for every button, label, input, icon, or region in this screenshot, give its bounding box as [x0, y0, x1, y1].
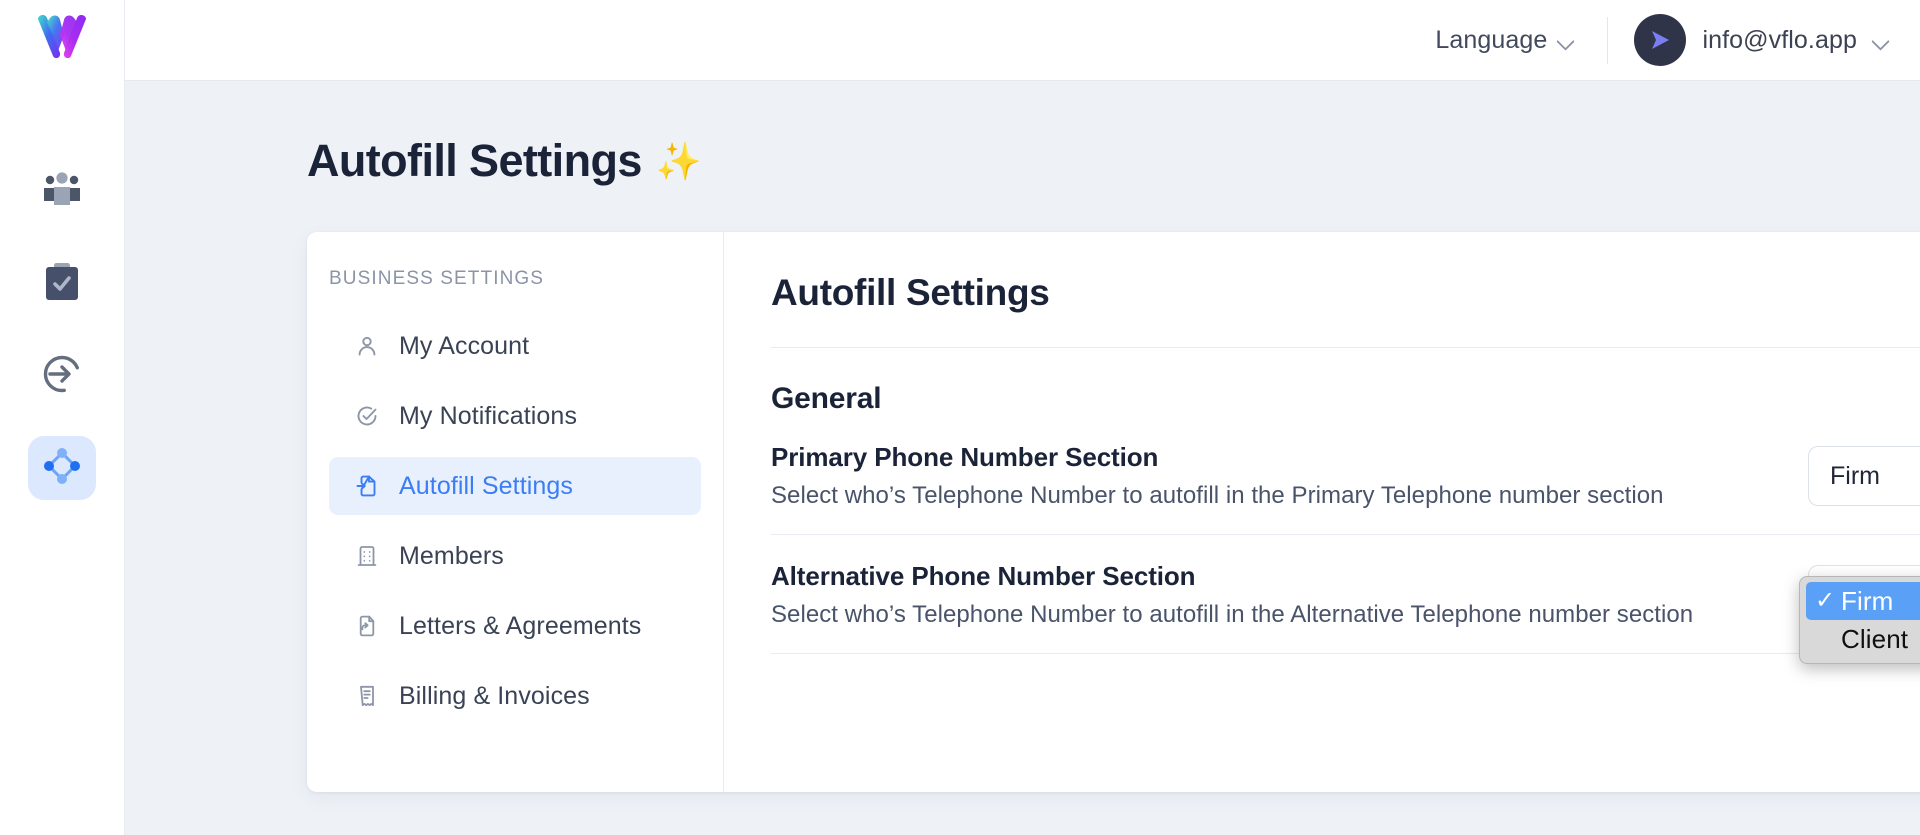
page-title: Autofill Settings ✨	[307, 135, 1920, 187]
primary-phone-select[interactable]: Firm	[1808, 446, 1920, 506]
user-icon	[354, 333, 380, 359]
sign-in-arrow-circle-icon	[42, 354, 82, 399]
receipt-icon	[354, 683, 380, 709]
dropdown-option-label: Firm	[1841, 585, 1894, 616]
settings-nav-group-label: BUSINESS SETTINGS	[329, 268, 545, 289]
top-header: Language info@vflo.app	[125, 0, 1920, 81]
sidebar-item-my-account[interactable]: My Account	[329, 317, 701, 375]
document-arrow-in-icon	[354, 473, 380, 499]
setting-description: Select who’s Telephone Number to autofil…	[771, 482, 1664, 509]
sidebar-item-autofill-settings[interactable]: Autofill Settings	[329, 457, 701, 515]
panel-heading: Autofill Settings	[771, 272, 1050, 313]
sidebar-item-members[interactable]: Members	[329, 527, 701, 585]
check-icon-placeholder: ✓	[1815, 627, 1841, 651]
setting-title: Primary Phone Number Section	[771, 442, 1159, 472]
setting-title: Alternative Phone Number Section	[771, 561, 1196, 591]
sidebar-item-letters-agreements[interactable]: Letters & Agreements	[329, 597, 701, 655]
sidebar-item-billing-invoices[interactable]: Billing & Invoices	[329, 667, 701, 725]
sidebar-item-my-notifications[interactable]: My Notifications	[329, 387, 701, 445]
settings-panel: Autofill Settings General Primary Phone …	[724, 232, 1920, 792]
check-icon: ✓	[1815, 587, 1836, 614]
chevron-down-icon	[1873, 35, 1890, 45]
setting-row-alternative-phone: Alternative Phone Number Section Select …	[771, 535, 1920, 654]
sidebar-item-label: Members	[399, 541, 504, 570]
clipboard-check-icon	[43, 262, 81, 307]
rail-nav	[28, 160, 96, 500]
dropdown-option-firm[interactable]: ✓ Firm	[1806, 582, 1920, 620]
sidebar-item-label: My Notifications	[399, 401, 578, 430]
settings-nav: BUSINESS SETTINGS My Account My Notifica…	[307, 232, 724, 792]
avatar	[1634, 14, 1687, 66]
vflo-logo-icon[interactable]	[28, 8, 96, 68]
dropdown-option-label: Client	[1841, 623, 1909, 654]
sparkles-icon: ✨	[655, 140, 702, 182]
chevron-down-icon	[1558, 35, 1575, 45]
dropdown-option-client[interactable]: ✓ Client	[1806, 620, 1920, 658]
section-heading-general: General	[771, 382, 882, 415]
building-icon	[354, 543, 380, 569]
language-label: Language	[1435, 25, 1548, 54]
page-body: Autofill Settings ✨ BUSINESS SETTINGS My…	[125, 81, 1920, 835]
rail-item-clients[interactable]	[28, 160, 96, 224]
setting-text: Primary Phone Number Section Select who’…	[771, 442, 1664, 510]
rail-item-workflows[interactable]	[28, 436, 96, 500]
select-value: Firm	[1830, 461, 1880, 490]
setting-text: Alternative Phone Number Section Select …	[771, 561, 1693, 629]
settings-card: BUSINESS SETTINGS My Account My Notifica…	[307, 232, 1920, 792]
page-title-text: Autofill Settings	[307, 135, 642, 186]
panel-divider	[771, 347, 1920, 348]
main-column: Language info@vflo.app Autofill Settings…	[125, 0, 1920, 835]
rail-item-intake[interactable]	[28, 344, 96, 408]
setting-row-primary-phone: Primary Phone Number Section Select who’…	[771, 416, 1920, 535]
app-root: Language info@vflo.app Autofill Settings…	[0, 0, 1920, 835]
sidebar-item-label: Autofill Settings	[399, 471, 574, 500]
sidebar-item-label: Billing & Invoices	[399, 681, 590, 710]
account-email: info@vflo.app	[1702, 25, 1857, 54]
sidebar-item-label: Letters & Agreements	[399, 611, 642, 640]
account-menu[interactable]: info@vflo.app	[1634, 14, 1890, 66]
people-group-icon	[41, 171, 83, 214]
language-selector[interactable]: Language	[1431, 20, 1579, 61]
workflow-nodes-icon	[42, 446, 82, 491]
bell-check-circle-icon	[354, 403, 380, 429]
rail-item-tasks[interactable]	[28, 252, 96, 316]
select-dropdown-popup[interactable]: ✓ Firm ✓ Client	[1799, 576, 1920, 664]
app-rail	[0, 0, 125, 835]
sidebar-item-label: My Account	[399, 331, 530, 360]
settings-nav-list: My Account My Notifications Autofill Set…	[307, 317, 723, 737]
document-share-icon	[354, 613, 380, 639]
header-divider	[1607, 16, 1609, 64]
setting-description: Select who’s Telephone Number to autofil…	[771, 601, 1694, 628]
